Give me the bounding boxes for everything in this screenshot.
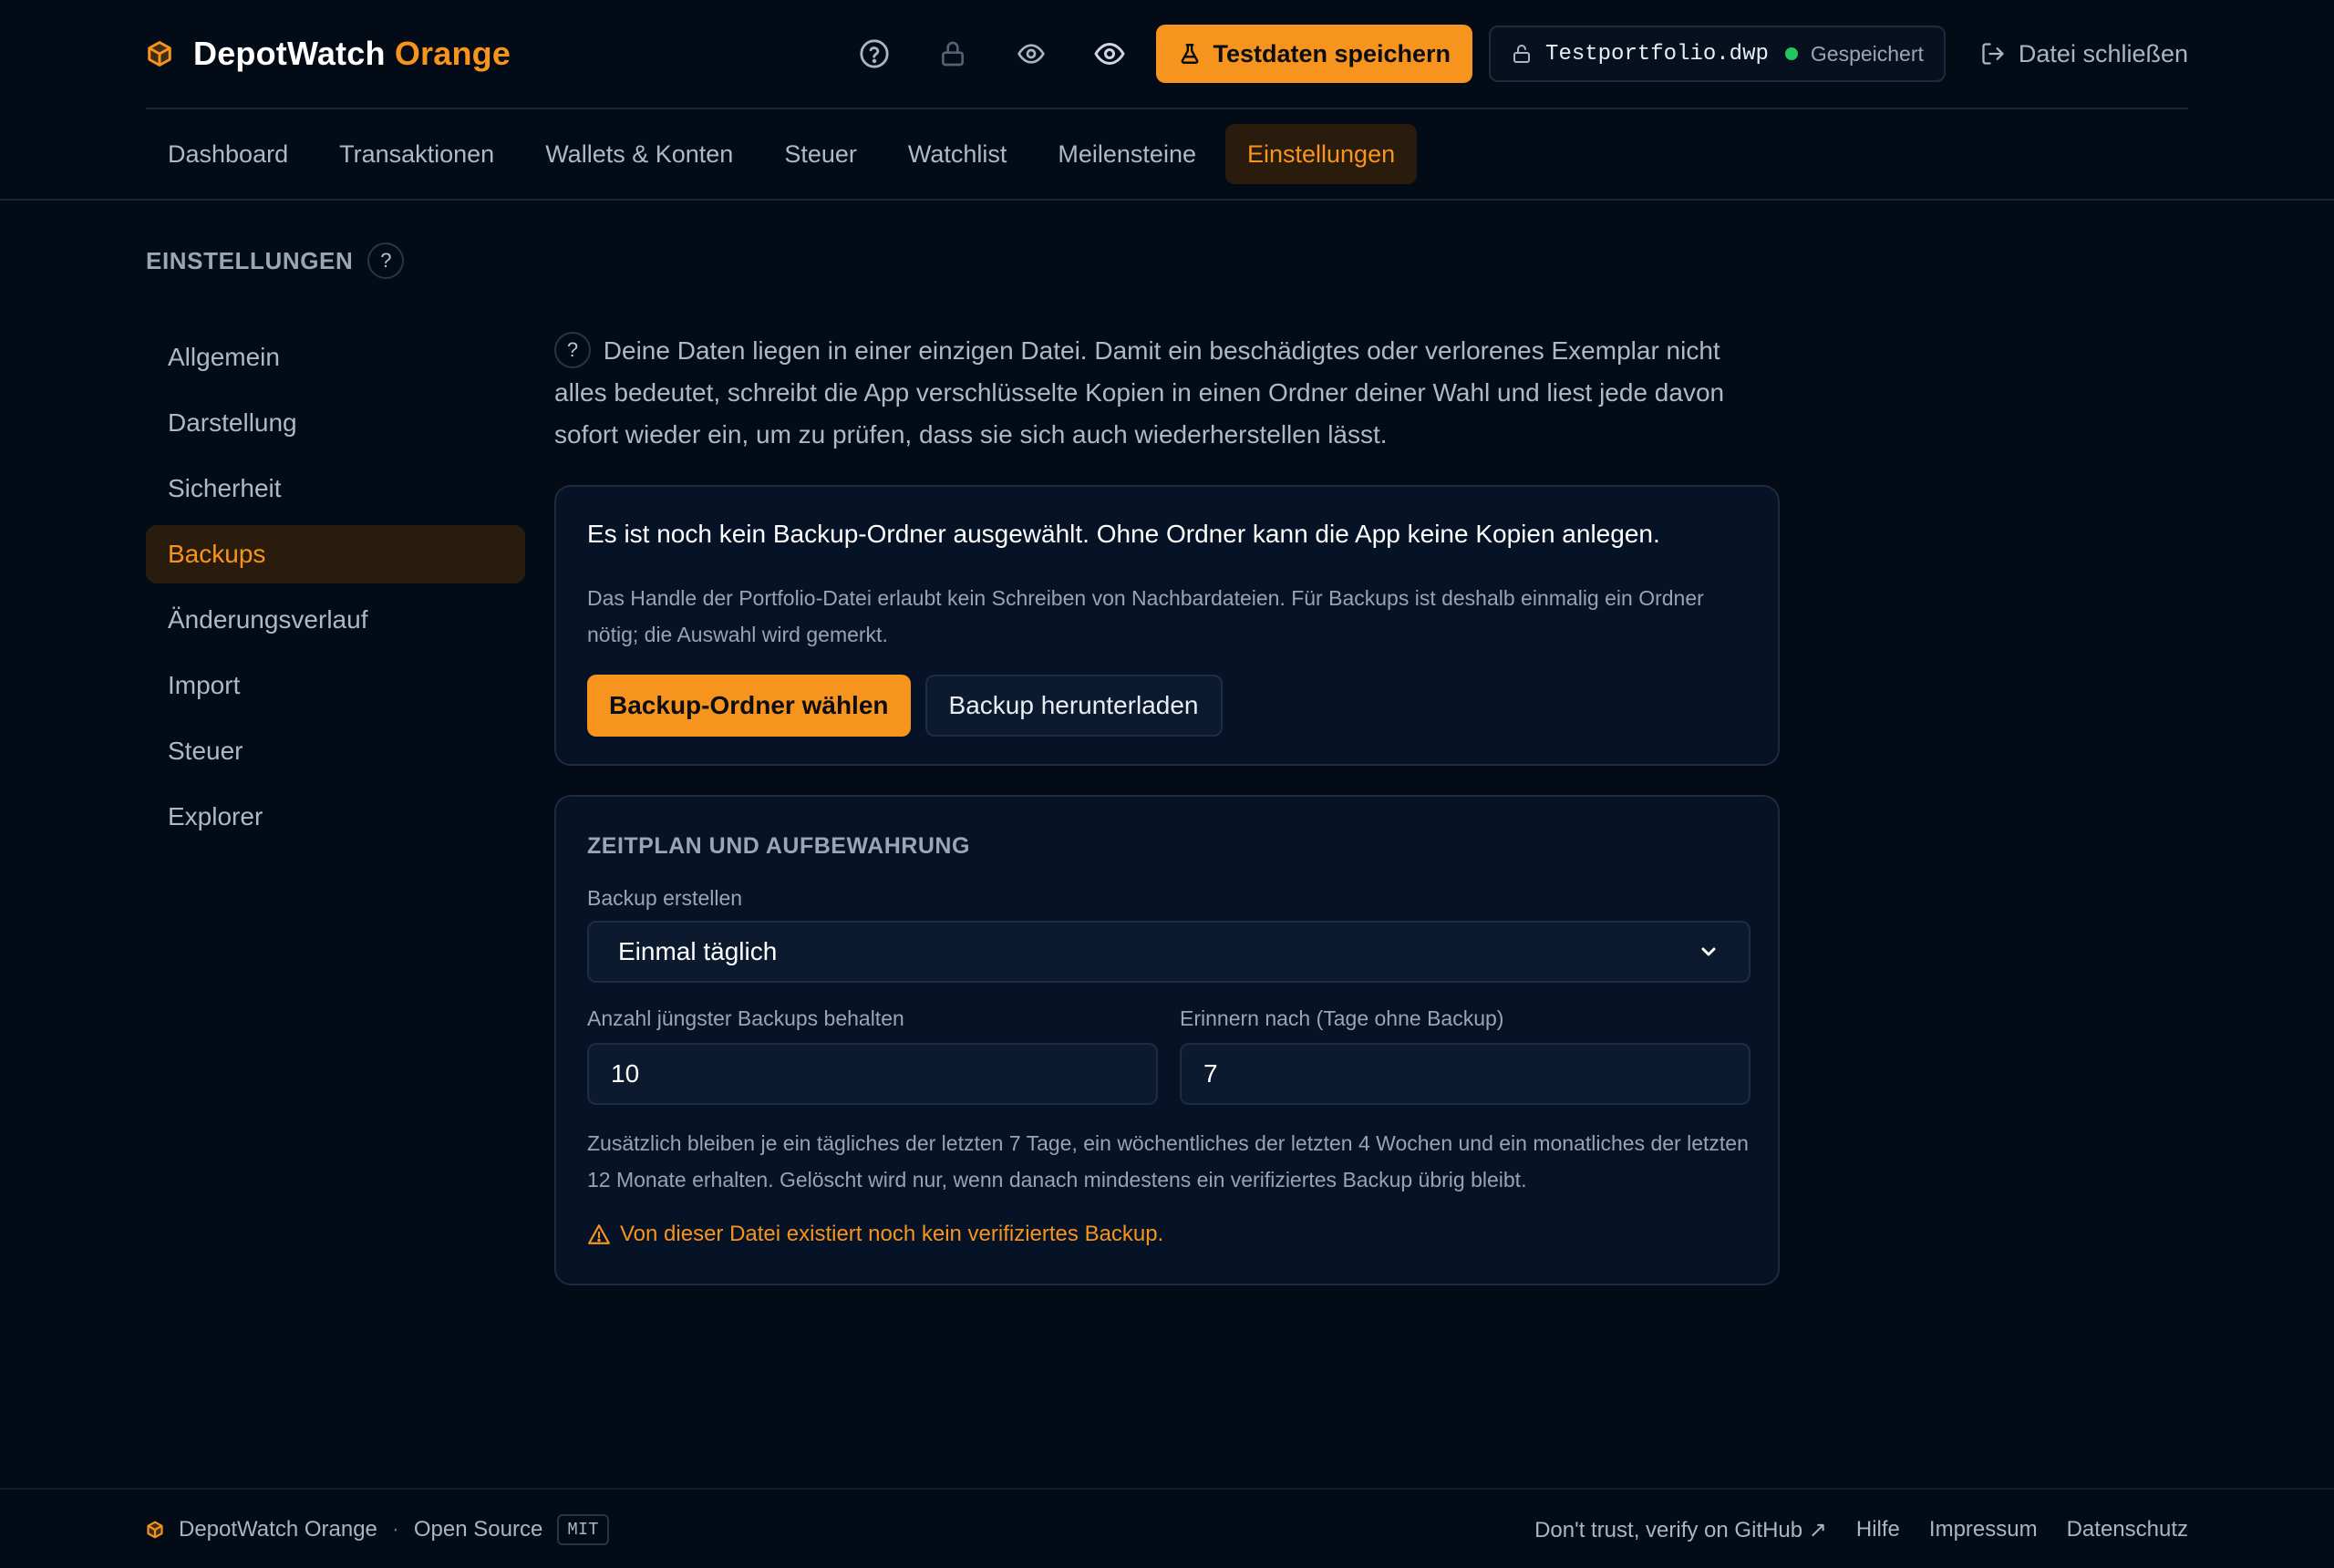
warning-triangle-icon bbox=[587, 1222, 611, 1246]
visibility-button[interactable] bbox=[1078, 22, 1141, 86]
save-test-data-button[interactable]: Testdaten speichern bbox=[1156, 25, 1473, 83]
intro-help-button[interactable]: ? bbox=[554, 331, 591, 368]
tab-dashboard[interactable]: Dashboard bbox=[146, 124, 310, 184]
remind-days-label: Erinnern nach (Tage ohne Backup) bbox=[1180, 1006, 1504, 1030]
brand[interactable]: DepotWatch Orange bbox=[146, 35, 511, 73]
open-source-label: Open Source bbox=[413, 1517, 543, 1542]
tab-steuer[interactable]: Steuer bbox=[762, 124, 879, 184]
frequency-label: Backup erstellen bbox=[587, 886, 743, 910]
eye-icon bbox=[1017, 39, 1046, 68]
frequency-value: Einmal täglich bbox=[618, 937, 778, 965]
tab-einstellungen[interactable]: Einstellungen bbox=[1224, 124, 1418, 184]
folder-actions: Backup-Ordner wählen Backup herunterlade… bbox=[587, 675, 1223, 737]
remind-days-input[interactable]: 7 bbox=[1180, 1043, 1750, 1105]
nav-tabs: Dashboard Transaktionen Wallets & Konten… bbox=[146, 124, 1418, 184]
sidebar-item-steuer[interactable]: Steuer bbox=[146, 722, 525, 780]
sidebar-item-explorer[interactable]: Explorer bbox=[146, 788, 525, 846]
retention-note: Zusätzlich bleiben je ein tägliches der … bbox=[587, 1131, 1749, 1191]
flask-icon bbox=[1178, 42, 1202, 66]
schedule-heading: ZEITPLAN UND AUFBEWAHRUNG bbox=[587, 833, 970, 859]
privacy-link[interactable]: Datenschutz bbox=[2067, 1517, 2188, 1542]
file-status-pill[interactable]: Testportfolio.dwp Gespeichert bbox=[1489, 26, 1946, 82]
footer: DepotWatch Orange · Open Source MIT Don'… bbox=[0, 1488, 2334, 1568]
top-bar: DepotWatch Orange Testdaten speichern Te… bbox=[146, 0, 2188, 109]
sidebar-item-sicherheit[interactable]: Sicherheit bbox=[146, 459, 525, 518]
sidebar-item-import[interactable]: Import bbox=[146, 656, 525, 715]
tab-watchlist[interactable]: Watchlist bbox=[886, 124, 1029, 184]
backup-intro: ? Deine Daten liegen in einer einzigen D… bbox=[554, 330, 1776, 456]
cube-logo-icon bbox=[146, 40, 173, 67]
imprint-link[interactable]: Impressum bbox=[1929, 1517, 2038, 1542]
file-status: Gespeichert bbox=[1810, 41, 1924, 66]
backup-folder-card: Es ist noch kein Backup-Ordner ausgewähl… bbox=[554, 485, 1780, 766]
footer-brand: DepotWatch Orange · Open Source MIT bbox=[146, 1490, 609, 1568]
settings-heading: EINSTELLUNGEN bbox=[146, 246, 354, 274]
settings-sidebar: Allgemein Darstellung Sicherheit Backups… bbox=[146, 328, 525, 853]
license-badge: MIT bbox=[557, 1514, 609, 1545]
saved-status-dot bbox=[1784, 47, 1798, 60]
help-button[interactable] bbox=[842, 22, 906, 86]
tab-meilensteine[interactable]: Meilensteine bbox=[1036, 124, 1218, 184]
sidebar-item-darstellung[interactable]: Darstellung bbox=[146, 394, 525, 452]
folder-explanation: Das Handle der Portfolio-Datei erlaubt k… bbox=[587, 586, 1704, 646]
sidebar-item-aenderungsverlauf[interactable]: Änderungsverlauf bbox=[146, 591, 525, 649]
app-name: DepotWatch Orange bbox=[193, 35, 511, 72]
tab-wallets-konten[interactable]: Wallets & Konten bbox=[523, 124, 755, 184]
warning-text: Von dieser Datei existiert noch kein ver… bbox=[620, 1222, 1164, 1246]
lock-button[interactable] bbox=[921, 22, 985, 86]
main-navigation: Dashboard Transaktionen Wallets & Konten… bbox=[0, 109, 2334, 201]
logout-icon bbox=[1980, 41, 2006, 67]
footer-app-name: DepotWatch Orange bbox=[179, 1517, 377, 1542]
settings-section-title: EINSTELLUNGEN ? bbox=[146, 242, 405, 279]
cube-logo-icon bbox=[146, 1521, 164, 1539]
backup-frequency-select[interactable]: Einmal täglich bbox=[587, 921, 1750, 983]
lock-icon bbox=[938, 39, 967, 68]
help-circle-icon bbox=[859, 38, 890, 69]
sidebar-item-allgemein[interactable]: Allgemein bbox=[146, 328, 525, 387]
intro-text: Deine Daten liegen in einer einzigen Dat… bbox=[554, 336, 1725, 449]
settings-help-button[interactable]: ? bbox=[367, 242, 405, 279]
keep-count-input[interactable]: 10 bbox=[587, 1043, 1158, 1105]
tab-transaktionen[interactable]: Transaktionen bbox=[317, 124, 516, 184]
privacy-toggle-button[interactable] bbox=[999, 22, 1063, 86]
lock-open-icon bbox=[1511, 43, 1533, 65]
schedule-retention-card: ZEITPLAN UND AUFBEWAHRUNG Backup erstell… bbox=[554, 795, 1780, 1285]
footer-links: Don't trust, verify on GitHub ↗ Hilfe Im… bbox=[1534, 1490, 2188, 1568]
chevron-down-icon bbox=[1698, 941, 1720, 963]
help-link[interactable]: Hilfe bbox=[1856, 1517, 1900, 1542]
github-link[interactable]: Don't trust, verify on GitHub ↗ bbox=[1534, 1517, 1827, 1543]
close-file-button[interactable]: Datei schließen bbox=[1980, 40, 2188, 68]
save-test-data-label: Testdaten speichern bbox=[1213, 39, 1451, 67]
app-name-accent: Orange bbox=[394, 35, 511, 72]
sidebar-item-backups[interactable]: Backups bbox=[146, 525, 525, 583]
file-name: Testportfolio.dwp bbox=[1545, 41, 1769, 67]
footer-separator: · bbox=[391, 1517, 399, 1542]
close-file-label: Datei schließen bbox=[2018, 39, 2188, 67]
choose-backup-folder-button[interactable]: Backup-Ordner wählen bbox=[587, 675, 911, 737]
no-verified-backup-warning: Von dieser Datei existiert noch kein ver… bbox=[587, 1222, 1163, 1247]
keep-count-label: Anzahl jüngster Backups behalten bbox=[587, 1006, 904, 1030]
no-folder-message: Es ist noch kein Backup-Ordner ausgewähl… bbox=[587, 520, 1660, 548]
download-backup-button[interactable]: Backup herunterladen bbox=[924, 675, 1223, 737]
header-actions: Testdaten speichern Testportfolio.dwp Ge… bbox=[842, 0, 2188, 108]
eye-icon bbox=[1093, 37, 1126, 70]
